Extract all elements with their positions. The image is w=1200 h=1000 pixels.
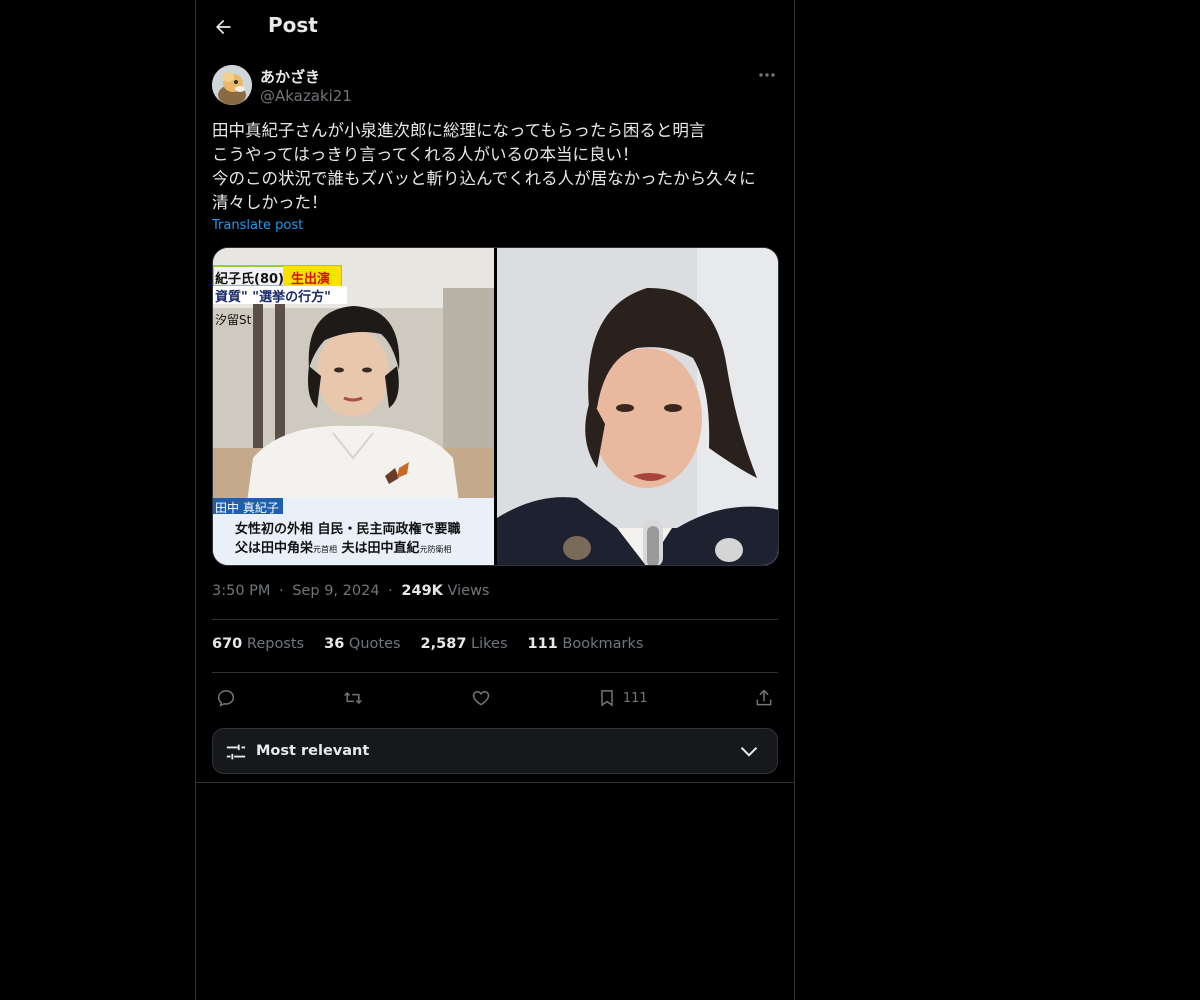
repost-icon — [344, 691, 363, 705]
more-options-button[interactable] — [756, 66, 778, 84]
bookmark-icon — [601, 690, 613, 707]
post-text: 田中真紀子さんが小泉進次郎に総理になってもらったら困ると明言 こうやってはっきり… — [212, 121, 756, 212]
meta-separator: · — [279, 583, 284, 599]
stat-count: 670 — [212, 636, 243, 652]
display-name[interactable]: あかざき — [260, 66, 320, 87]
likes-stat[interactable]: 2,587 Likes — [421, 636, 508, 652]
divider — [212, 619, 778, 620]
quotes-stat[interactable]: 36 Quotes — [324, 636, 400, 652]
user-handle[interactable]: @Akazaki21 — [260, 87, 352, 105]
divider — [212, 672, 778, 673]
station-label: 汐留St — [215, 313, 252, 327]
post-stats: 670 Reposts 36 Quotes 2,587 Likes 111 Bo… — [212, 636, 643, 652]
views-label: Views — [447, 583, 490, 599]
bookmark-count: 111 — [622, 690, 648, 706]
post-date[interactable]: Sep 9, 2024 — [292, 583, 379, 599]
like-button[interactable] — [467, 688, 495, 708]
reposts-stat[interactable]: 670 Reposts — [212, 636, 304, 652]
stat-count: 36 — [324, 636, 345, 652]
views-count: 249K — [401, 583, 443, 599]
sort-replies-dropdown[interactable]: Most relevant — [212, 728, 778, 774]
caption-husband-title: 元防衛相 — [419, 545, 452, 554]
arrow-left-icon — [216, 19, 231, 35]
banner-topic: 資質" "選挙の行方" — [215, 290, 331, 305]
divider — [196, 782, 794, 783]
avatar[interactable] — [212, 65, 252, 105]
translate-post-link[interactable]: Translate post — [212, 218, 303, 233]
caption-line-2: 父は田中角栄元首相 夫は田中直紀元防衛相 — [235, 537, 452, 556]
chevron-down-icon — [740, 746, 758, 757]
reply-icon — [217, 690, 235, 707]
reply-button[interactable] — [212, 688, 240, 708]
more-horizontal-icon — [759, 73, 775, 77]
share-icon — [756, 689, 772, 706]
main-column: Post あかざき @Akazaki21 田中真紀子さんが小泉進次郎に総理になっ… — [195, 0, 795, 1000]
action-bar: 111 — [212, 683, 778, 713]
stat-count: 2,587 — [420, 636, 467, 652]
banner-live: 生出演 — [291, 272, 331, 287]
stat-label: Reposts — [246, 636, 305, 652]
share-button[interactable] — [750, 688, 778, 708]
stat-count: 111 — [527, 636, 558, 652]
sort-label: Most relevant — [256, 743, 370, 759]
caption-name: 田中 真紀子 — [215, 501, 279, 515]
top-bar: Post — [196, 0, 794, 53]
page-title: Post — [268, 13, 318, 37]
media-image-left[interactable]: 紀子氏(80) 生出演 資質" "選挙の行方" 汐留St 田中 真紀子 女性初の… — [213, 248, 494, 565]
bookmarks-stat[interactable]: 111 Bookmarks — [528, 636, 644, 652]
post-author: あかざき @Akazaki21 — [212, 64, 778, 108]
stat-label: Quotes — [348, 636, 401, 652]
bookmark-button[interactable]: 111 — [593, 688, 652, 708]
meta-separator: · — [388, 583, 393, 599]
sliders-icon — [226, 744, 246, 760]
post-time[interactable]: 3:50 PM — [212, 583, 270, 599]
heart-icon — [472, 690, 489, 706]
back-button[interactable] — [210, 14, 236, 40]
stat-label: Bookmarks — [562, 636, 644, 652]
caption-line-1: 女性初の外相 自民・民主両政権で要職 — [235, 522, 461, 537]
caption-father: 父は田中角栄 — [235, 541, 314, 556]
banner-name: 紀子氏(80) — [215, 272, 284, 287]
post-meta: 3:50 PM · Sep 9, 2024 · 249K Views — [212, 583, 489, 599]
post-media[interactable]: 紀子氏(80) 生出演 資質" "選挙の行方" 汐留St 田中 真紀子 女性初の… — [212, 247, 779, 566]
repost-button[interactable] — [338, 688, 368, 708]
caption-father-title: 元首相 — [313, 545, 338, 554]
media-image-right[interactable] — [496, 248, 778, 565]
caption-husband: 夫は田中直紀 — [341, 541, 420, 556]
stat-label: Likes — [471, 636, 508, 652]
